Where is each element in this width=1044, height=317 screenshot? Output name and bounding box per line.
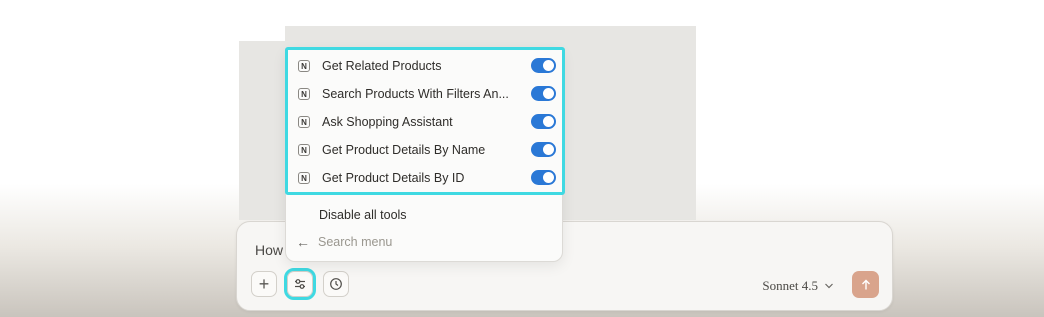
- tool-row[interactable]: N Ask Shopping Assistant: [296, 110, 558, 134]
- tools-list: N Get Related Products N Search Products…: [285, 47, 565, 195]
- composer-input-text[interactable]: How: [255, 242, 283, 258]
- notion-icon: N: [298, 116, 310, 128]
- clock-icon: [330, 278, 342, 290]
- add-button[interactable]: +: [251, 271, 277, 297]
- notion-icon: N: [298, 88, 310, 100]
- arrow-up-icon: [861, 279, 870, 289]
- plus-icon: +: [258, 273, 270, 294]
- disable-all-tools-button[interactable]: Disable all tools: [319, 208, 407, 222]
- search-menu-row[interactable]: ← Search menu: [296, 234, 392, 250]
- background-gap: [239, 26, 285, 41]
- chevron-down-icon: [825, 283, 833, 289]
- history-button[interactable]: [323, 271, 349, 297]
- search-menu-input[interactable]: Search menu: [318, 235, 392, 249]
- tool-toggle[interactable]: [531, 58, 556, 73]
- tool-toggle[interactable]: [531, 86, 556, 101]
- tool-toggle[interactable]: [531, 142, 556, 157]
- notion-icon: N: [298, 144, 310, 156]
- tool-row[interactable]: N Get Related Products: [296, 54, 558, 78]
- tools-button[interactable]: [284, 268, 316, 300]
- notion-icon: N: [298, 60, 310, 72]
- arrow-left-icon[interactable]: ←: [296, 234, 310, 250]
- tools-menu: N Get Related Products N Search Products…: [285, 47, 565, 262]
- tool-label: Search Products With Filters An...: [322, 87, 509, 101]
- notion-icon: N: [298, 172, 310, 184]
- tool-toggle[interactable]: [531, 170, 556, 185]
- model-label: Sonnet 4.5: [762, 278, 818, 293]
- tool-row[interactable]: N Get Product Details By ID: [296, 166, 558, 190]
- tool-row[interactable]: N Search Products With Filters An...: [296, 82, 558, 106]
- sliders-icon: [295, 279, 305, 289]
- send-button[interactable]: [852, 271, 879, 298]
- tool-label: Get Related Products: [322, 59, 442, 73]
- model-selector[interactable]: Sonnet 4.5: [762, 278, 834, 294]
- tool-label: Get Product Details By ID: [322, 171, 465, 185]
- tool-row[interactable]: N Get Product Details By Name: [296, 138, 558, 162]
- tool-toggle[interactable]: [531, 114, 556, 129]
- tool-label: Get Product Details By Name: [322, 143, 486, 157]
- tool-label: Ask Shopping Assistant: [322, 115, 453, 129]
